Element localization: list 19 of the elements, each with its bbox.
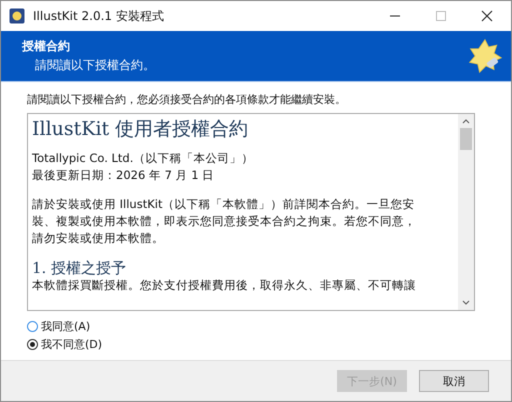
instruction-text: 請閱讀以下授權合約，您必須接受合約的各項條款才能繼續安裝。 [27, 92, 347, 107]
app-icon [9, 8, 25, 24]
license-title: IllustKit 使用者授權合約 [32, 117, 250, 142]
scrollbar-thumb[interactable] [460, 128, 472, 150]
license-paragraph: 請於安裝或使用 IllustKit（以下稱「本軟體」）前詳閱本合約。一旦您安 裝、複製或使用本軟體，即表示您同意接受本合約之拘束。若您不同意， 請勿安裝或使用本軟體。 [32, 196, 417, 247]
window-title: IllustKit 2.0.1 安裝程式 [33, 8, 164, 24]
scroll-down-icon[interactable] [462, 300, 470, 306]
page-subtitle: 請閱讀以下授權合約。 [34, 57, 155, 74]
radio-option[interactable]: 我不同意(D) [27, 337, 102, 352]
close-icon[interactable] [481, 10, 493, 22]
page-title: 授權合約 [22, 38, 71, 55]
license-paragraph: 本軟體採買斷授權。您於支付授權費用後，取得永久、非專屬、不可轉讓 [32, 277, 417, 294]
license-text-box[interactable]: IllustKit 使用者授權合約 Totallypic Co. Ltd.（以下稱「本公司」） 最後更新日期：2026 年 7 月 1 日 請於安裝或使用 IllustKit（以下稱「本軟體」）前詳閱本合約。一旦您安 裝、複製或使用本軟體，即表示您同意接受本合約之拘束。若您不同意， 請勿安裝或使用本軟體。 1. 授權之授予 本軟體採買斷授權。您於支付授權費用後，取得永久、非專屬、不可轉讓 [27, 113, 475, 311]
section-heading: 1. 授權之授予 [32, 259, 128, 277]
cancel-button[interactable]: 取消 [419, 370, 489, 392]
license-paragraph: Totallypic Co. Ltd.（以下稱「本公司」） 最後更新日期：2026 年 7 月 1 日 [32, 150, 254, 184]
star-mascot-icon [467, 38, 503, 74]
scroll-up-icon[interactable] [462, 118, 470, 124]
radio-option[interactable]: 我同意(A) [27, 319, 90, 334]
